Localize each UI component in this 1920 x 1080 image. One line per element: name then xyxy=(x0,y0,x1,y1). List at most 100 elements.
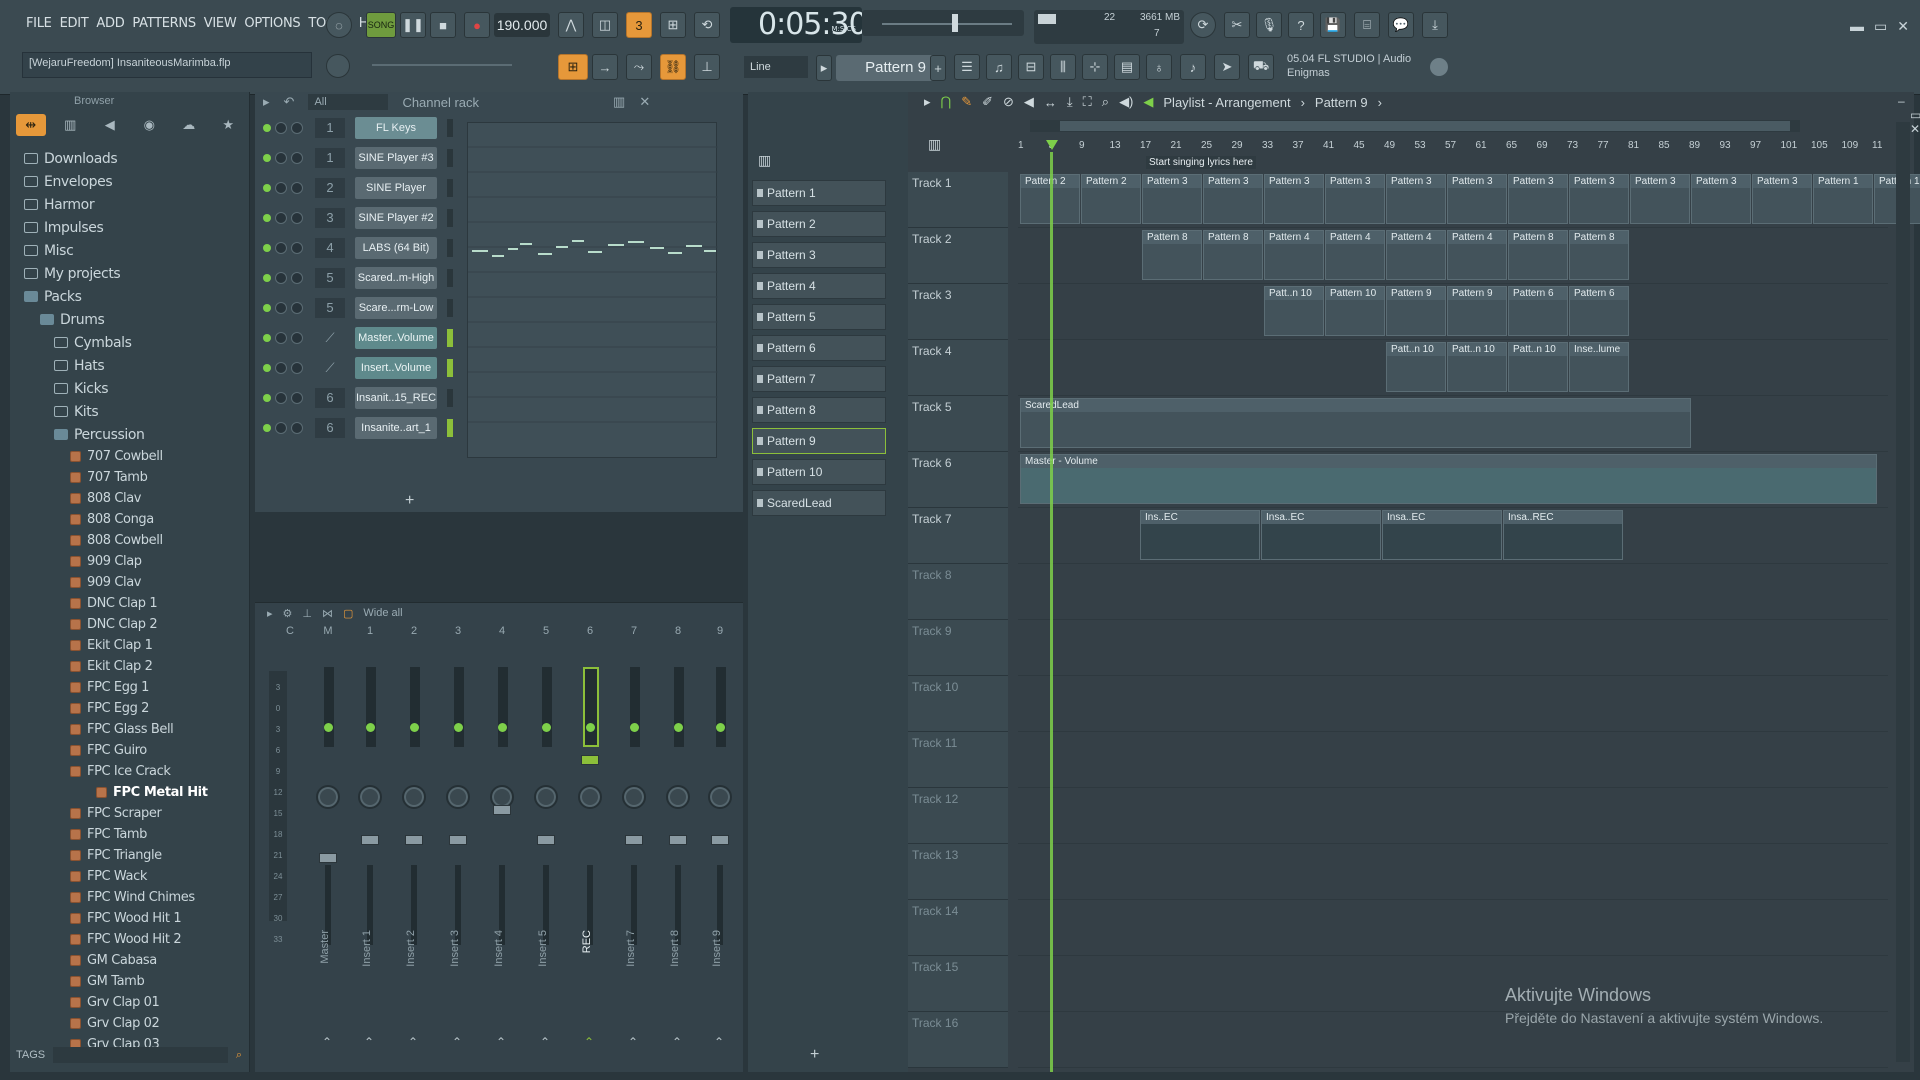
mixer-icon[interactable]: ⫼ xyxy=(1050,54,1076,80)
pattern-picker-item[interactable]: Pattern 8 xyxy=(752,397,886,423)
browser-folder[interactable]: Packs xyxy=(10,285,250,308)
browser-sample[interactable]: 707 Cowbell xyxy=(10,446,250,467)
mixer-strip[interactable]: 6 REC ⌃ xyxy=(571,625,609,1065)
browser-folder[interactable]: Impulses xyxy=(10,216,250,239)
project-browser-icon[interactable]: ▤ xyxy=(1114,54,1140,80)
track-lane[interactable] xyxy=(1018,788,1888,844)
plugin-database-icon[interactable]: ♁ xyxy=(1146,54,1172,80)
channel-filter[interactable]: All xyxy=(308,94,389,110)
track-lane[interactable]: Patt..n 10 Patt..n 10 Patt..n 10 Inse..lume xyxy=(1018,340,1888,396)
mixer-arrow-icon[interactable]: ▸ xyxy=(267,607,273,620)
browser-sample[interactable]: GM Tamb xyxy=(10,971,250,992)
track-lane[interactable]: ScaredLead xyxy=(1018,396,1888,452)
channel-mixer-track[interactable]: 1 xyxy=(315,118,345,138)
fader-handle[interactable] xyxy=(537,835,555,845)
chat-icon[interactable]: 💬 xyxy=(1388,12,1414,38)
playlist-clip[interactable]: Pattern 10 xyxy=(1325,286,1385,336)
playlist-clip[interactable]: Pattern 3 xyxy=(1203,174,1263,224)
picker-piano-icon[interactable]: ▥ xyxy=(758,152,771,169)
mixer-enable-led[interactable] xyxy=(366,723,375,732)
add-pattern-button[interactable]: + xyxy=(810,1046,819,1064)
browser-folder[interactable]: Kits xyxy=(10,400,250,423)
channel-mixer-track[interactable]: 4 xyxy=(315,238,345,258)
channel-selector[interactable] xyxy=(447,149,453,167)
pan-knob[interactable] xyxy=(666,785,690,809)
browser-sample[interactable]: FPC Glass Bell xyxy=(10,719,250,740)
mixer-enable-led[interactable] xyxy=(716,723,725,732)
save-icon[interactable]: 💾 xyxy=(1320,12,1346,38)
channel-mixer-track[interactable]: 3 xyxy=(315,208,345,228)
volume-knob[interactable] xyxy=(291,212,303,224)
playlist-clip[interactable]: Pattern 4 xyxy=(1386,230,1446,280)
menu-patterns[interactable]: PATTERNS xyxy=(132,16,196,31)
browser-sample[interactable]: FPC Wood Hit 2 xyxy=(10,929,250,950)
channel-led[interactable] xyxy=(263,304,271,312)
volume-knob[interactable] xyxy=(291,332,303,344)
channel-row[interactable]: 6 Insanit..15_REC xyxy=(263,386,453,410)
browser-sample[interactable]: FPC Egg 2 xyxy=(10,698,250,719)
channel-row[interactable]: ⟋ Insert..Volume xyxy=(263,356,453,380)
playlist-clip[interactable]: Pattern 8 xyxy=(1508,230,1568,280)
channel-led[interactable] xyxy=(263,244,271,252)
playlist-clip[interactable]: Patt..n 10 xyxy=(1386,342,1446,392)
pattern-picker-item[interactable]: ScaredLead xyxy=(752,490,886,516)
playlist-clip[interactable]: Master - Volume xyxy=(1020,454,1877,504)
mixer-strip[interactable]: 4 Insert 4 ⌃ xyxy=(483,625,521,1065)
route-arrow-icon[interactable]: ⌃ xyxy=(584,1035,594,1049)
pan-knob[interactable] xyxy=(275,152,287,164)
channel-selector[interactable] xyxy=(447,359,453,377)
channel-mixer-track[interactable]: 1 xyxy=(315,148,345,168)
browser-sample[interactable]: GM Cabasa xyxy=(10,950,250,971)
mixer-strip[interactable]: 5 Insert 5 ⌃ xyxy=(527,625,565,1065)
mixer-strip[interactable]: 1 Insert 1 ⌃ xyxy=(351,625,389,1065)
pattern-selector[interactable]: Pattern 9 xyxy=(836,55,938,81)
volume-knob[interactable] xyxy=(291,422,303,434)
menu-edit[interactable]: EDIT xyxy=(60,16,89,31)
download-icon[interactable]: ⤓ xyxy=(1422,12,1448,38)
fader-handle[interactable] xyxy=(405,835,423,845)
browser-sample[interactable]: FPC Tamb xyxy=(10,824,250,845)
playlist-clip[interactable]: Pattern 6 xyxy=(1508,286,1568,336)
recording-icon[interactable]: ◌ xyxy=(326,12,352,38)
mixer-strip[interactable]: 8 Insert 8 ⌃ xyxy=(659,625,697,1065)
browser-folder[interactable]: Cymbals xyxy=(10,331,250,354)
route-arrow-icon[interactable]: ⌃ xyxy=(628,1035,638,1049)
menu-options[interactable]: OPTIONS xyxy=(244,16,300,31)
route-arrow-icon[interactable]: ⌃ xyxy=(452,1035,462,1049)
channel-name-button[interactable]: LABS (64 Bit) xyxy=(355,237,437,259)
channel-selector[interactable] xyxy=(447,419,453,437)
zoom-icon[interactable]: ⌕ xyxy=(1102,94,1109,110)
channel-row[interactable]: ⟋ Master..Volume xyxy=(263,326,453,350)
volume-knob[interactable] xyxy=(291,182,303,194)
playlist-piano-icon[interactable]: ▥ xyxy=(928,136,941,153)
plugin-tab-icon[interactable]: ◉ xyxy=(135,114,165,136)
volume-knob[interactable] xyxy=(291,122,303,134)
undo-small-icon[interactable]: ↶ xyxy=(284,94,295,110)
route-arrow-icon[interactable]: ⌃ xyxy=(408,1035,418,1049)
pattern-picker-item[interactable]: Pattern 1 xyxy=(752,180,886,206)
track-header[interactable]: Track 2 xyxy=(908,228,1008,284)
pause-button[interactable]: ❚❚ xyxy=(400,12,426,38)
channel-selector[interactable] xyxy=(447,119,453,137)
vertical-scrollbar[interactable] xyxy=(1896,122,1910,1062)
microphone-icon[interactable]: 🎙 xyxy=(1256,12,1282,38)
maximize-icon[interactable]: ▭ xyxy=(1874,18,1887,35)
pattern-picker-item[interactable]: Pattern 2 xyxy=(752,211,886,237)
cart-icon[interactable]: ⛟ xyxy=(1248,54,1274,80)
fader-handle[interactable] xyxy=(669,835,687,845)
playlist-arrow-icon[interactable]: ▸ xyxy=(924,94,931,110)
pan-knob[interactable] xyxy=(358,785,382,809)
volume-knob[interactable] xyxy=(291,392,303,404)
fader-handle[interactable] xyxy=(711,835,729,845)
help-icon[interactable]: ? xyxy=(1288,12,1314,38)
pattern-picker-item[interactable]: Pattern 6 xyxy=(752,335,886,361)
browser-sample[interactable]: FPC Guiro xyxy=(10,740,250,761)
channel-led[interactable] xyxy=(263,214,271,222)
channel-name-button[interactable]: Insanit..15_REC xyxy=(355,387,437,409)
browser-sample[interactable]: FPC Scraper xyxy=(10,803,250,824)
playlist-clip[interactable]: ScaredLead xyxy=(1020,398,1691,448)
playlist-clip[interactable]: Pattern 8 xyxy=(1203,230,1263,280)
channel-row[interactable]: 3 SINE Player #2 xyxy=(263,206,453,230)
step-icon[interactable]: → xyxy=(592,54,618,80)
track-header[interactable]: Track 8 xyxy=(908,564,1008,620)
